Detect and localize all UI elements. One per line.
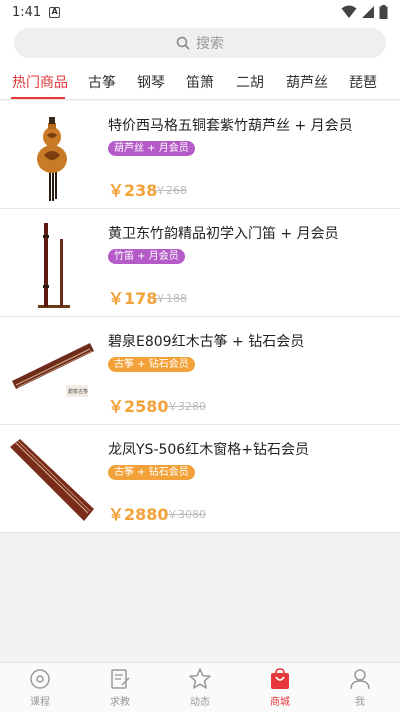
nav-label: 求教: [110, 697, 130, 708]
status-icons: [341, 5, 388, 19]
disc-icon: [30, 669, 50, 689]
wifi-icon: [341, 5, 357, 18]
guzheng-image: [10, 439, 94, 521]
battery-icon: [379, 5, 388, 19]
svg-text:碧泉古筝: 碧泉古筝: [68, 388, 88, 395]
signal-icon: [362, 6, 374, 18]
dizi-image: [38, 223, 70, 308]
search-placeholder: 搜索: [196, 36, 224, 52]
star-icon: [189, 668, 211, 689]
product-tag: 古筝 + 钻石会员: [108, 357, 195, 372]
search-bar: 搜索: [0, 24, 400, 64]
product-list: 特价西马格五铜套紫竹葫芦丝 + 月会员 葫芦丝 + 月会员 ￥238 ￥268 …: [0, 101, 400, 533]
nav-courses[interactable]: 课程: [10, 667, 70, 708]
tab-dixiao[interactable]: 笛箫: [186, 72, 214, 92]
notification-badge-icon: A: [49, 6, 61, 18]
nav-label: 动态: [190, 697, 210, 708]
product-title: 龙凤YS-506红木窗格+钻石会员: [108, 442, 309, 458]
nav-label: 商城: [270, 697, 290, 708]
nav-ask[interactable]: 求教: [90, 667, 150, 708]
status-time: 1:41: [12, 4, 42, 20]
product-item[interactable]: 特价西马格五铜套紫竹葫芦丝 + 月会员 葫芦丝 + 月会员 ￥238 ￥268: [0, 101, 400, 209]
nav-label: 课程: [30, 697, 50, 708]
tab-erhu[interactable]: 二胡: [236, 72, 264, 92]
category-tabs: 热门商品 古筝 钢琴 笛箫 二胡 葫芦丝 琵琶: [0, 64, 400, 100]
tab-hot[interactable]: 热门商品: [12, 72, 68, 92]
product-item[interactable]: 黄卫东竹韵精品初学入门笛 + 月会员 竹笛 + 月会员 ￥178 ￥188: [0, 209, 400, 317]
product-price: ￥2580: [108, 397, 169, 416]
product-original-price: ￥188: [155, 292, 187, 305]
product-title: 黄卫东竹韵精品初学入门笛 + 月会员: [108, 226, 339, 242]
product-price: ￥238: [108, 181, 158, 200]
product-price: ￥2880: [108, 505, 169, 524]
product-tag: 竹笛 + 月会员: [108, 249, 185, 264]
edit-note-icon: [111, 669, 130, 689]
guzheng-image: 碧泉古筝: [12, 343, 94, 397]
product-item[interactable]: 龙凤YS-506红木窗格+钻石会员 古筝 + 钻石会员 ￥2880 ￥3080: [0, 425, 400, 533]
search-icon: [176, 36, 190, 50]
shopping-bag-icon: [271, 668, 289, 689]
nav-me[interactable]: 我: [330, 667, 390, 708]
bottom-navigation: 课程 求教 动态 商城 我: [0, 662, 400, 712]
status-bar: 1:41 A: [0, 0, 400, 24]
product-tag: 葫芦丝 + 月会员: [108, 141, 195, 156]
product-tag: 古筝 + 钻石会员: [108, 465, 195, 480]
tab-piano[interactable]: 钢琴: [137, 72, 165, 92]
tab-hulusi[interactable]: 葫芦丝: [286, 72, 328, 92]
person-icon: [350, 669, 370, 690]
nav-feed[interactable]: 动态: [170, 667, 230, 708]
nav-mall[interactable]: 商城: [250, 667, 310, 708]
product-item[interactable]: 碧泉古筝 碧泉E809红木古筝 + 钻石会员 古筝 + 钻石会员 ￥2580 ￥…: [0, 317, 400, 425]
product-title: 特价西马格五铜套紫竹葫芦丝 + 月会员: [108, 118, 353, 134]
product-price: ￥178: [108, 289, 158, 308]
product-original-price: ￥3080: [167, 508, 206, 521]
product-title: 碧泉E809红木古筝 + 钻石会员: [108, 334, 305, 350]
search-input[interactable]: 搜索: [14, 28, 386, 58]
nav-label: 我: [355, 697, 365, 708]
product-original-price: ￥3280: [167, 400, 206, 413]
active-tab-indicator: [11, 97, 65, 99]
tab-guzheng[interactable]: 古筝: [88, 72, 116, 92]
hulusi-image: [37, 117, 67, 201]
tab-pipa[interactable]: 琵琶: [349, 72, 377, 92]
product-original-price: ￥268: [155, 184, 187, 197]
